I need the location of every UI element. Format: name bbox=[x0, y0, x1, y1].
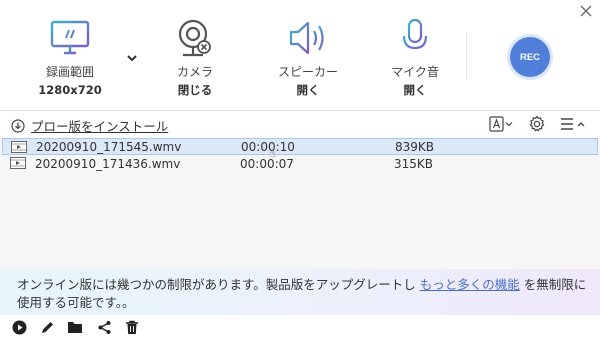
promo-text-before: オンライン版には幾つかの制限があります。製品版をアップグレートし bbox=[17, 277, 420, 292]
promo-text: オンライン版には幾つかの制限があります。製品版をアップグレートし もっと多くの機… bbox=[17, 276, 592, 312]
recording-list: 20200910_171545.wmv 00:00:10 839KB ☝ 202… bbox=[0, 138, 600, 269]
record-area-label: 録画範囲 bbox=[45, 65, 94, 79]
table-row[interactable]: 20200910_171545.wmv 00:00:10 839KB ☝ bbox=[2, 138, 598, 160]
video-file-icon bbox=[10, 157, 26, 169]
install-pro-link[interactable]: プロー版をインストール bbox=[11, 116, 168, 135]
more-features-link[interactable]: もっと多くの機能 bbox=[420, 277, 520, 292]
trash-icon bbox=[126, 320, 138, 334]
install-bar: プロー版をインストール bbox=[0, 112, 600, 136]
settings-button[interactable] bbox=[528, 115, 546, 133]
record-area-button[interactable]: 録画範囲 1280x720 bbox=[30, 14, 110, 97]
edit-icon bbox=[41, 321, 53, 333]
folder-icon bbox=[68, 322, 82, 333]
monitor-icon bbox=[30, 14, 110, 62]
microphone-button[interactable]: マイク音 開く bbox=[380, 14, 450, 97]
divider bbox=[0, 110, 600, 111]
camera-value: 閉じる bbox=[177, 83, 213, 97]
delete-button[interactable] bbox=[124, 319, 140, 335]
menu-button[interactable] bbox=[559, 115, 589, 133]
file-duration: 00:00:07 bbox=[240, 156, 294, 171]
camera-label: カメラ bbox=[176, 65, 213, 79]
chevron-down-icon[interactable] bbox=[124, 50, 140, 66]
play-button[interactable] bbox=[11, 319, 27, 335]
table-row[interactable]: 20200910_171436.wmv 00:00:07 315KB bbox=[2, 155, 598, 172]
file-name: 20200910_171545.wmv bbox=[36, 139, 182, 154]
folder-button[interactable] bbox=[67, 319, 83, 335]
speaker-icon bbox=[268, 14, 348, 62]
file-duration: 00:00:10 bbox=[241, 139, 295, 154]
speaker-label: スピーカー bbox=[277, 65, 338, 79]
text-format-icon bbox=[489, 116, 513, 132]
file-size: 839KB bbox=[395, 139, 435, 154]
microphone-value: 開く bbox=[403, 83, 427, 97]
webcam-icon bbox=[160, 14, 230, 62]
share-icon bbox=[98, 320, 110, 334]
camera-button[interactable]: カメラ 閉じる bbox=[160, 14, 230, 97]
toolbar: 録画範囲 1280x720 カメラ 閉じる スピーカー 開く マイク音 開く R… bbox=[0, 0, 600, 110]
play-icon bbox=[12, 320, 26, 334]
menu-icon bbox=[561, 118, 585, 130]
rec-button[interactable]: REC bbox=[510, 37, 550, 77]
record-area-value: 1280x720 bbox=[38, 83, 102, 97]
recorder-window: 録画範囲 1280x720 カメラ 閉じる スピーカー 開く マイク音 開く R… bbox=[0, 0, 600, 337]
microphone-icon bbox=[380, 14, 450, 62]
gear-icon bbox=[529, 115, 545, 132]
divider bbox=[466, 32, 467, 80]
install-pro-label: プロー版をインストール bbox=[31, 119, 169, 134]
file-size: 315KB bbox=[394, 156, 434, 171]
speaker-value: 開く bbox=[296, 83, 320, 97]
microphone-label: マイク音 bbox=[391, 65, 439, 79]
text-format-button[interactable] bbox=[489, 115, 515, 133]
bottom-toolbar bbox=[0, 315, 600, 337]
video-file-icon bbox=[11, 141, 27, 153]
file-name: 20200910_171436.wmv bbox=[35, 156, 181, 171]
edit-button[interactable] bbox=[39, 319, 55, 335]
promo-banner: オンライン版には幾つかの制限があります。製品版をアップグレートし もっと多くの機… bbox=[0, 269, 600, 315]
speaker-button[interactable]: スピーカー 開く bbox=[268, 14, 348, 97]
share-button[interactable] bbox=[96, 319, 112, 335]
download-icon bbox=[11, 118, 25, 133]
